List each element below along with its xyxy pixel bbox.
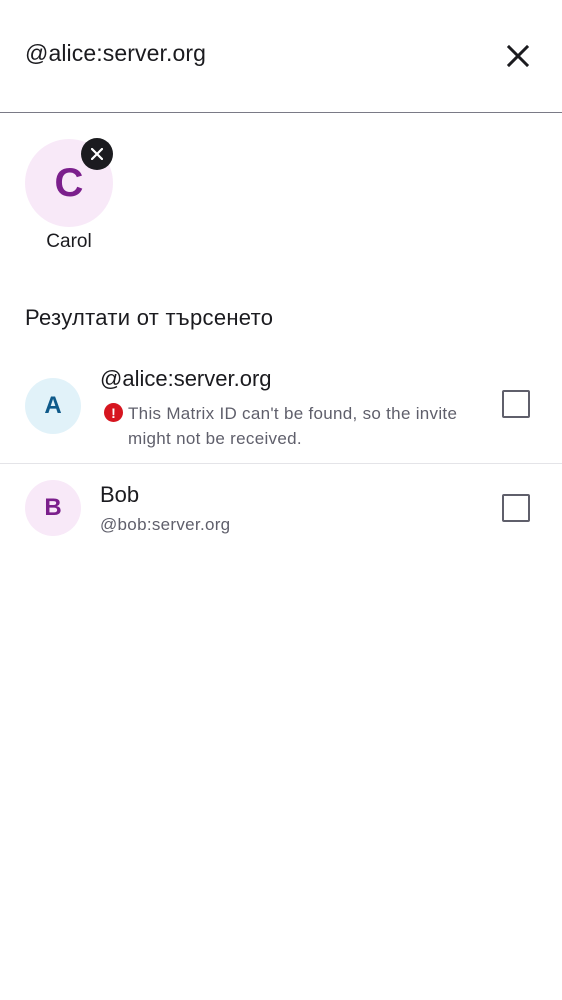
- search-results-heading: Резултати от търсенето: [25, 305, 274, 330]
- search-bar[interactable]: @alice:server.org: [0, 0, 562, 113]
- avatar-initial: A: [44, 392, 62, 419]
- close-icon: [507, 45, 529, 67]
- avatar: C: [25, 138, 113, 227]
- close-icon: [91, 148, 103, 160]
- user-title: Bob: [100, 482, 140, 507]
- select-checkbox[interactable]: [502, 494, 530, 522]
- list-item[interactable]: B Bob @bob:server.org: [0, 464, 562, 552]
- avatar-initial: C: [54, 160, 84, 205]
- search-input[interactable]: @alice:server.org: [25, 40, 206, 67]
- avatar: A: [25, 378, 81, 434]
- selected-user-chip: C Carol: [25, 138, 113, 253]
- select-checkbox[interactable]: [502, 390, 530, 418]
- avatar: B: [25, 480, 81, 536]
- clear-search-button[interactable]: [498, 36, 538, 76]
- remove-selected-user-button[interactable]: [81, 138, 113, 170]
- user-title: @alice:server.org: [100, 366, 272, 391]
- avatar-initial: B: [44, 494, 62, 521]
- user-id: @bob:server.org: [100, 515, 231, 534]
- warning-text: This Matrix ID can't be found, so the in…: [128, 404, 458, 448]
- error-icon: !: [104, 403, 123, 422]
- selected-user-name: Carol: [46, 231, 92, 252]
